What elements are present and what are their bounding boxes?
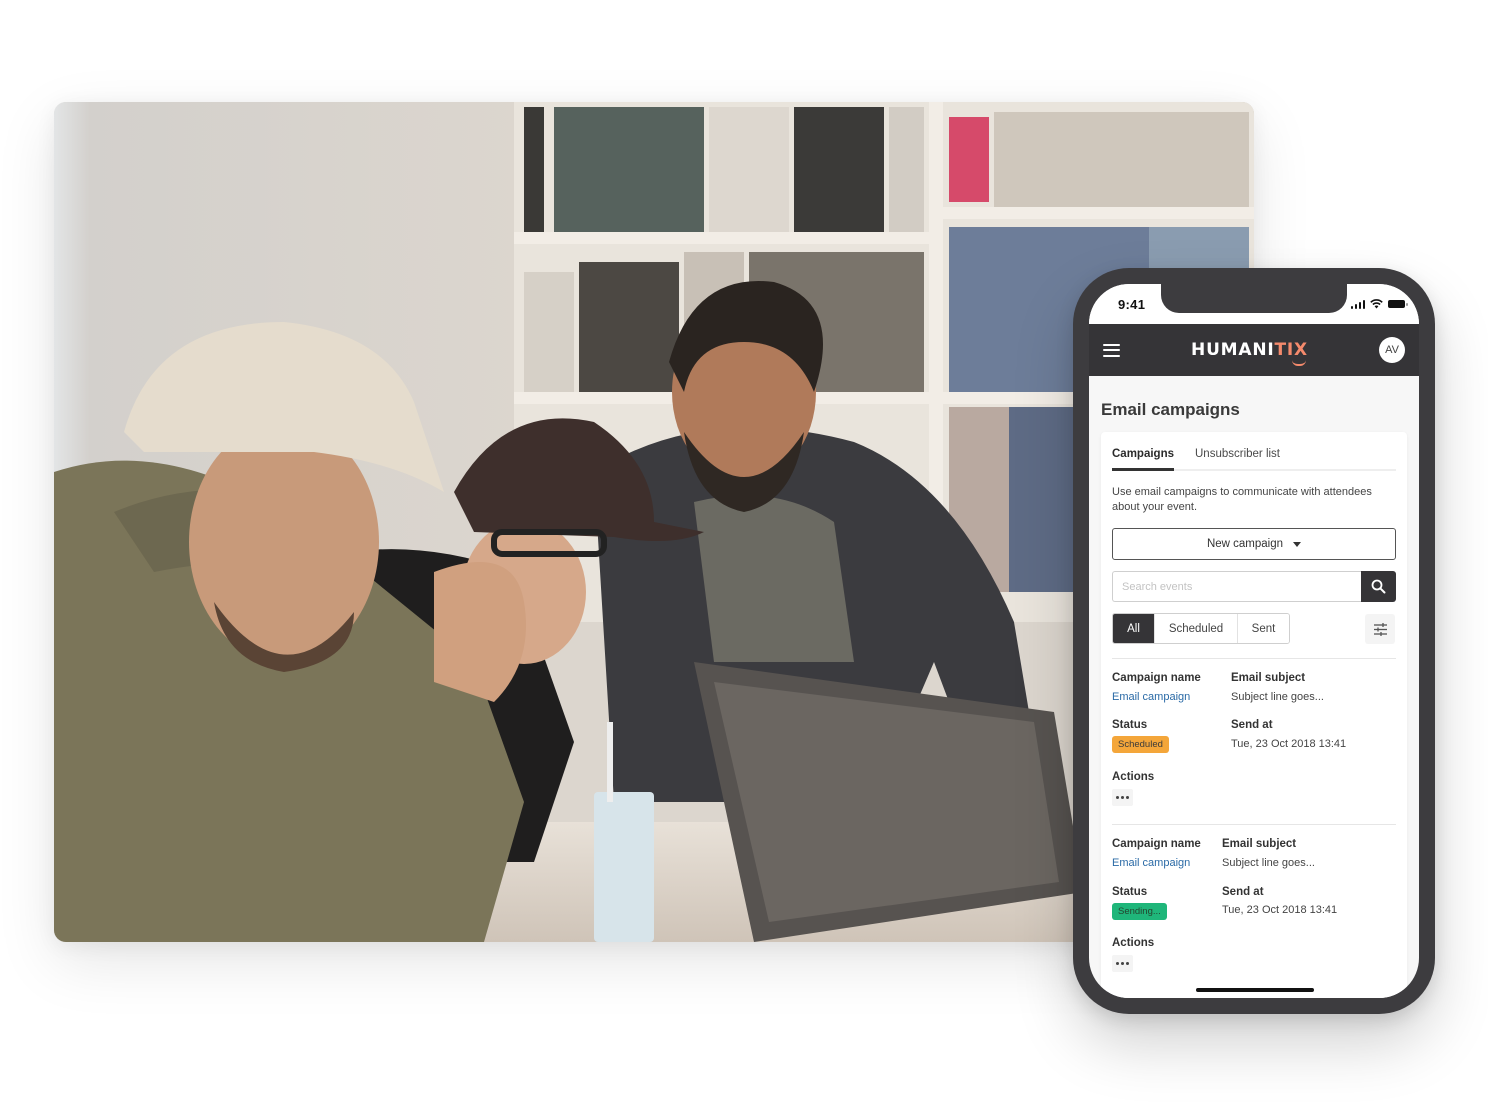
email-subject-label: Email subject <box>1231 672 1306 684</box>
email-subject-label: Email subject <box>1222 838 1297 850</box>
logo-accent: TIX <box>1274 340 1308 360</box>
status-bar: 9:41 <box>1089 284 1419 324</box>
avatar[interactable]: AV <box>1379 337 1405 363</box>
email-subject-value: Subject line goes... <box>1231 691 1324 703</box>
tab-unsubscriber-list[interactable]: Unsubscriber list <box>1195 446 1280 471</box>
campaign-name-label: Campaign name <box>1112 672 1201 684</box>
battery-icon <box>1388 300 1408 308</box>
more-actions-button[interactable] <box>1112 789 1133 806</box>
phone-mockup: 9:41 HUMANITIX AV Email campaigns Campai… <box>1073 268 1435 1014</box>
campaign-name-label: Campaign name <box>1112 838 1201 850</box>
campaign-row: Campaign name Email subject Email campai… <box>1112 672 1396 822</box>
sliders-icon <box>1373 622 1387 636</box>
filter-scheduled[interactable]: Scheduled <box>1155 614 1238 643</box>
filter-settings-button[interactable] <box>1365 614 1395 644</box>
filter-all[interactable]: All <box>1113 614 1155 643</box>
main-content: Email campaigns Campaigns Unsubscriber l… <box>1089 376 1419 998</box>
caret-down-icon <box>1293 541 1302 547</box>
search-icon <box>1371 579 1386 594</box>
campaigns-card: Campaigns Unsubscriber list Use email ca… <box>1101 432 1407 998</box>
description-text: Use email campaigns to communicate with … <box>1112 486 1372 513</box>
page-title: Email campaigns <box>1101 400 1240 419</box>
search-bar <box>1112 571 1396 602</box>
signal-icon <box>1350 299 1365 309</box>
search-input[interactable] <box>1112 571 1361 602</box>
divider <box>1112 658 1396 659</box>
status-label: Status <box>1112 719 1148 731</box>
send-at-value: Tue, 23 Oct 2018 13:41 <box>1231 738 1347 750</box>
humanitix-logo[interactable]: HUMANITIX <box>1191 340 1308 366</box>
actions-label: Actions <box>1112 771 1155 783</box>
notch <box>1161 284 1347 313</box>
status-label: Status <box>1112 886 1148 898</box>
status-icons <box>1350 299 1408 309</box>
send-at-value: Tue, 23 Oct 2018 13:41 <box>1222 904 1338 916</box>
logo-main: HUMANI <box>1191 340 1275 360</box>
straw <box>607 722 613 802</box>
actions-label: Actions <box>1112 937 1155 949</box>
status-time: 9:41 <box>1118 297 1146 312</box>
wifi-icon <box>1370 299 1383 309</box>
send-at-label: Send at <box>1231 719 1273 731</box>
campaign-row: Campaign name Email subject Email campai… <box>1112 838 1396 988</box>
status-badge: Scheduled <box>1112 736 1169 753</box>
new-campaign-button[interactable]: New campaign <box>1112 528 1396 560</box>
status-badge: Sending... <box>1112 903 1167 920</box>
hamburger-icon[interactable] <box>1103 343 1120 357</box>
filter-sent[interactable]: Sent <box>1238 614 1289 643</box>
campaign-name-link[interactable]: Email campaign <box>1112 857 1190 869</box>
tab-bar: Campaigns Unsubscriber list <box>1112 446 1396 471</box>
send-at-label: Send at <box>1222 886 1264 898</box>
new-campaign-label: New campaign <box>1206 538 1284 550</box>
search-button[interactable] <box>1361 571 1396 602</box>
home-indicator <box>1196 988 1314 992</box>
tab-campaigns[interactable]: Campaigns <box>1112 446 1174 471</box>
phone-screen: 9:41 HUMANITIX AV Email campaigns Campai… <box>1089 284 1419 998</box>
divider <box>1112 824 1396 825</box>
app-bar: HUMANITIX AV <box>1089 324 1419 376</box>
more-actions-button[interactable] <box>1112 955 1133 972</box>
campaign-name-link[interactable]: Email campaign <box>1112 691 1190 703</box>
logo-smile-icon <box>1291 360 1306 366</box>
email-subject-value: Subject line goes... <box>1222 857 1315 869</box>
drink-carton <box>594 792 654 942</box>
status-filter-group: All Scheduled Sent <box>1112 613 1290 644</box>
